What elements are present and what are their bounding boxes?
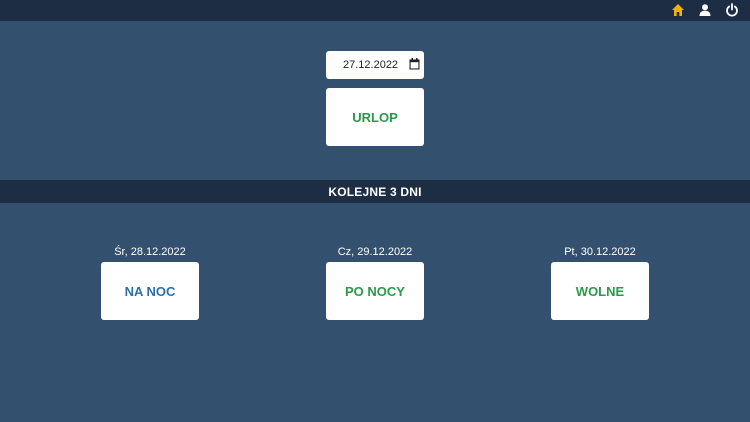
day-status-label: NA NOC xyxy=(124,283,176,299)
calendar-icon[interactable] xyxy=(409,58,420,70)
next-days-banner: KOLEJNE 3 DNI xyxy=(0,180,750,203)
urlop-button[interactable]: URLOP xyxy=(326,88,424,146)
day-status-button[interactable]: WOLNE xyxy=(551,262,649,320)
top-bar xyxy=(0,0,750,21)
day-label: Pt, 30.12.2022 xyxy=(564,246,636,258)
day-label: Śr, 28.12.2022 xyxy=(114,246,186,258)
user-icon[interactable] xyxy=(698,3,712,17)
banner-title: KOLEJNE 3 DNI xyxy=(328,184,422,199)
day-status-button[interactable]: PO NOCY xyxy=(326,262,424,320)
day-label: Cz, 29.12.2022 xyxy=(337,246,413,258)
power-icon[interactable] xyxy=(725,3,739,17)
home-icon[interactable] xyxy=(671,3,685,17)
day-status-label: WOLNE xyxy=(575,283,625,299)
date-field[interactable]: 27.12.2022 xyxy=(326,51,424,79)
day-status-button[interactable]: NA NOC xyxy=(101,262,199,320)
urlop-button-label: URLOP xyxy=(352,109,398,125)
day-status-label: PO NOCY xyxy=(345,283,405,299)
date-value: 27.12.2022 xyxy=(343,59,399,71)
